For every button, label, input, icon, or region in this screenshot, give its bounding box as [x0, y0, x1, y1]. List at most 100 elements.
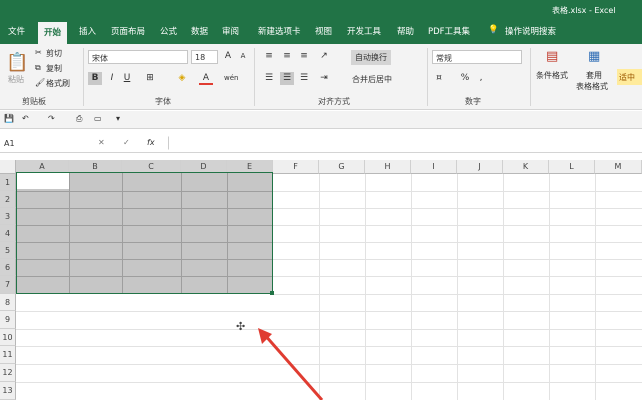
lightbulb-icon: 💡: [488, 25, 499, 35]
format-painter-button[interactable]: 格式刷: [46, 78, 70, 89]
tab-developer[interactable]: 开发工具: [347, 25, 381, 37]
fill-color-icon[interactable]: ◈: [175, 72, 189, 85]
row-header[interactable]: 10: [0, 329, 16, 346]
tab-pdf[interactable]: PDF工具集: [428, 25, 470, 37]
active-cell[interactable]: [17, 173, 69, 189]
align-top-icon[interactable]: ≡: [262, 50, 276, 63]
align-right-icon[interactable]: ☰: [297, 72, 311, 85]
row-header[interactable]: 1: [0, 174, 16, 191]
format-as-table-button[interactable]: 套用: [586, 70, 602, 81]
fill-handle[interactable]: [270, 291, 274, 295]
row-header[interactable]: 4: [0, 225, 16, 242]
title-bar: 表格.xlsx - Excel: [0, 0, 642, 20]
column-header[interactable]: K: [503, 160, 549, 174]
font-color-button[interactable]: A: [199, 72, 213, 85]
tab-new[interactable]: 新建选项卡: [258, 25, 301, 37]
align-center-icon[interactable]: ☰: [280, 72, 294, 85]
redo-icon[interactable]: ↷: [48, 114, 55, 123]
tab-data[interactable]: 数据: [191, 25, 208, 37]
grow-font-button[interactable]: A: [221, 50, 235, 63]
copy-icon[interactable]: ⧉: [35, 63, 41, 73]
selected-range[interactable]: [16, 172, 273, 294]
tab-page-layout[interactable]: 页面布局: [111, 25, 145, 37]
row-header[interactable]: 6: [0, 259, 16, 276]
row-header[interactable]: 8: [0, 294, 16, 311]
percent-button[interactable]: %: [458, 72, 472, 85]
column-header[interactable]: M: [595, 160, 642, 174]
cancel-formula-button[interactable]: ✕: [98, 138, 105, 147]
tab-file[interactable]: 文件: [8, 25, 25, 37]
merge-center-button[interactable]: 合并后居中: [352, 74, 392, 85]
column-header[interactable]: G: [319, 160, 365, 174]
save-icon[interactable]: 💾: [4, 114, 14, 123]
screen-icon[interactable]: ▭: [94, 114, 102, 123]
wrap-text-button[interactable]: 自动换行: [351, 50, 391, 65]
paste-button[interactable]: 粘贴: [8, 74, 24, 85]
tab-insert[interactable]: 插入: [79, 25, 96, 37]
clipboard-group-label: 剪贴板: [22, 97, 46, 106]
tab-view[interactable]: 视图: [315, 25, 332, 37]
tell-me-search[interactable]: 操作说明搜索: [505, 25, 556, 37]
column-header[interactable]: J: [457, 160, 503, 174]
row-header[interactable]: 9: [0, 311, 16, 329]
font-size-select[interactable]: 18: [191, 50, 218, 64]
align-bottom-icon[interactable]: ≡: [297, 50, 311, 63]
cell-cursor-icon: ✣: [236, 320, 246, 333]
comma-button[interactable]: ,: [474, 72, 488, 85]
column-header[interactable]: H: [365, 160, 411, 174]
currency-icon[interactable]: ¤: [432, 72, 446, 85]
shrink-font-button[interactable]: A: [236, 50, 250, 63]
font-group-label: 字体: [155, 97, 171, 106]
cell-style-label: 适中: [619, 73, 635, 82]
cut-button[interactable]: 剪切: [46, 48, 62, 59]
formula-input[interactable]: [168, 136, 642, 150]
copy-button[interactable]: 复制: [46, 63, 62, 74]
align-middle-icon[interactable]: ≡: [280, 50, 294, 63]
row-header[interactable]: 11: [0, 346, 16, 364]
select-all-corner[interactable]: [0, 160, 16, 174]
undo-icon[interactable]: ↶: [22, 114, 29, 123]
underline-button[interactable]: U: [120, 72, 134, 85]
tab-review[interactable]: 审阅: [222, 25, 239, 37]
number-format-select[interactable]: 常规: [432, 50, 522, 64]
customize-qat-icon[interactable]: ▾: [116, 114, 120, 123]
tab-home[interactable]: 开始: [38, 22, 68, 44]
window-title: 表格.xlsx - Excel: [552, 6, 616, 15]
format-painter-icon[interactable]: 🖌: [35, 78, 45, 87]
paste-icon[interactable]: 📋: [6, 52, 28, 73]
conditional-format-icon[interactable]: ▤: [546, 49, 558, 64]
bold-button[interactable]: B: [88, 72, 102, 85]
borders-icon[interactable]: ⊞: [143, 72, 157, 85]
row-header[interactable]: 13: [0, 382, 16, 400]
indent-icon[interactable]: ⇥: [317, 72, 331, 85]
row-header[interactable]: 5: [0, 242, 16, 259]
format-as-table-icon[interactable]: ▦: [588, 49, 600, 64]
phonetic-button[interactable]: wén: [224, 72, 238, 85]
quick-access-toolbar: 💾 ↶ ↷ ⎙ ▭ ▾: [0, 111, 642, 129]
column-header[interactable]: I: [411, 160, 457, 174]
column-header[interactable]: L: [549, 160, 595, 174]
enter-formula-button[interactable]: ✓: [123, 138, 130, 147]
font-name-select[interactable]: 宋体: [88, 50, 188, 64]
orientation-icon[interactable]: ↗: [317, 50, 331, 63]
insert-function-button[interactable]: fx: [147, 138, 155, 147]
column-header[interactable]: F: [273, 160, 319, 174]
tab-formulas[interactable]: 公式: [160, 25, 177, 37]
format-as-table-label2: 表格格式: [576, 82, 608, 91]
worksheet-grid[interactable]: A B C D E F G H I J K L M 1 2 3 4 5 6 7 …: [0, 160, 642, 400]
conditional-format-button[interactable]: 条件格式: [536, 70, 568, 81]
row-header[interactable]: 2: [0, 191, 16, 208]
cell-style-neutral[interactable]: 适中: [617, 69, 642, 85]
italic-button[interactable]: I: [105, 72, 119, 85]
name-box[interactable]: A1: [0, 136, 68, 150]
tab-help[interactable]: 帮助: [397, 25, 414, 37]
ribbon-tabs: 文件 开始 插入 页面布局 公式 数据 审阅 新建选项卡 视图 开发工具 帮助 …: [0, 20, 642, 44]
cut-icon[interactable]: ✂: [35, 48, 42, 57]
number-group-label: 数字: [465, 97, 481, 106]
print-preview-icon[interactable]: ⎙: [76, 114, 82, 124]
row-header[interactable]: 3: [0, 208, 16, 225]
red-arrow-annotation: [258, 328, 324, 400]
align-left-icon[interactable]: ☰: [262, 72, 276, 85]
row-header[interactable]: 12: [0, 364, 16, 382]
row-header[interactable]: 7: [0, 276, 16, 294]
